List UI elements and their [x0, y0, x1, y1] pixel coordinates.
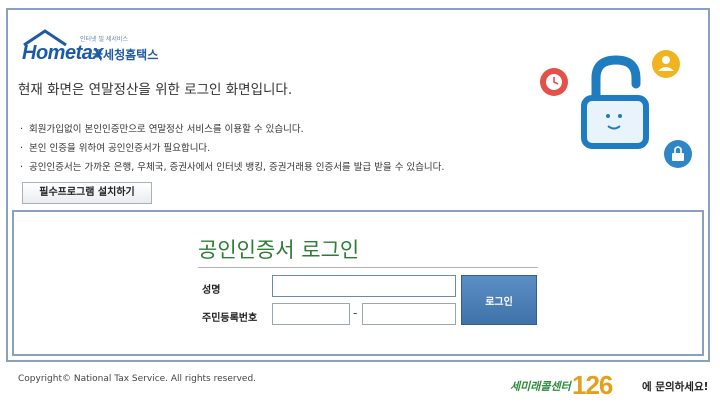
callcenter-banner[interactable]: 세미래콜센터 126 에 문의하세요! [510, 368, 715, 402]
install-required-programs-button[interactable]: 필수프로그램 설치하기 [22, 182, 152, 204]
info-list: 회원가입없이 본인인증만으로 연말정산 서비스를 이용할 수 있습니다. 본인 … [20, 120, 444, 177]
hometax-logo[interactable]: 인터넷 빌 세서비스 Hometax 국세청홈택스 [18, 20, 188, 68]
logo-wordmark: Hometax [22, 42, 103, 64]
lock-badge-icon [664, 140, 692, 168]
clock-icon [540, 68, 568, 96]
security-illustration [540, 50, 692, 168]
callcenter-suffix: 에 문의하세요! [642, 381, 709, 393]
resident-id-label: 주민등록번호 [202, 313, 258, 324]
main-frame: 인터넷 빌 세서비스 Hometax 국세청홈택스 현재 화면은 연말정산을 위… [6, 8, 710, 362]
resident-id-separator: - [353, 306, 358, 320]
logo-korean-name: 국세청홈택스 [92, 48, 159, 62]
padlock-icon [581, 55, 649, 149]
login-button[interactable]: 로그인 [461, 275, 537, 325]
info-item: 회원가입없이 본인인증만으로 연말정산 서비스를 이용할 수 있습니다. [20, 120, 444, 139]
copyright-text: Copyright© National Tax Service. All rig… [18, 374, 257, 384]
name-input[interactable] [272, 275, 456, 297]
page-headline: 현재 화면은 연말정산을 위한 로그인 화면입니다. [18, 82, 293, 98]
callcenter-number: 126 [572, 370, 613, 400]
resident-id-front-input[interactable] [272, 303, 350, 325]
certificate-login-panel: 공인인증서 로그인 성명 주민등록번호 - 로그인 [12, 210, 704, 356]
callcenter-name: 세미래콜센터 [510, 380, 571, 393]
resident-id-back-input[interactable] [362, 303, 456, 325]
person-icon [652, 50, 680, 78]
info-item: 본인 인증을 위하여 공인인증서가 필요합니다. [20, 139, 444, 158]
login-title: 공인인증서 로그인 [198, 238, 360, 262]
name-label: 성명 [202, 285, 221, 296]
info-item: 공인인증서는 가까운 은행, 우체국, 증권사에서 인터넷 뱅킹, 증권거래용 … [20, 158, 444, 177]
title-divider [198, 267, 538, 268]
